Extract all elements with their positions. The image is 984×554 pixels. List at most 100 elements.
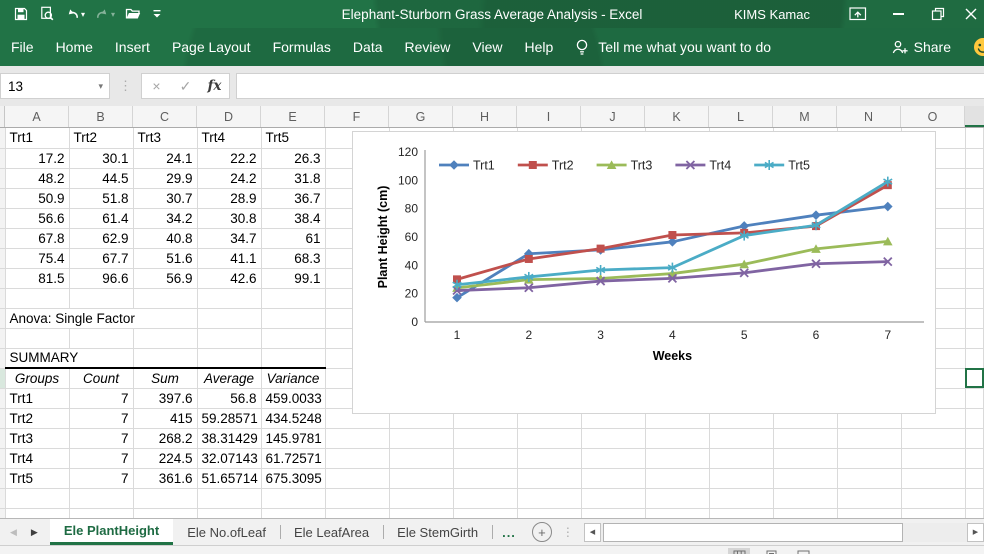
cell[interactable]: 7 — [69, 388, 134, 409]
cell[interactable]: 22.2 — [197, 148, 262, 169]
column-header-E[interactable]: E — [261, 106, 325, 127]
cell[interactable] — [645, 448, 710, 469]
sheet-tabs-overflow[interactable]: ... — [492, 519, 526, 545]
cell[interactable]: Anova: Single Factor — [5, 308, 198, 329]
column-header-A[interactable]: A — [5, 106, 69, 127]
cell[interactable]: 41.1 — [197, 248, 262, 269]
cell[interactable]: 361.6 — [133, 468, 198, 489]
cell[interactable]: Trt3 — [5, 428, 70, 449]
column-header-I[interactable]: I — [517, 106, 581, 127]
cell[interactable]: 75.4 — [5, 248, 70, 269]
cell[interactable] — [645, 508, 710, 518]
redo-dropdown-icon[interactable]: ▾ — [111, 10, 115, 19]
column-header-F[interactable]: F — [325, 106, 389, 127]
cell[interactable] — [197, 488, 262, 509]
ribbon-tab-view[interactable]: View — [461, 28, 513, 66]
cell[interactable] — [837, 488, 902, 509]
cell[interactable] — [901, 508, 966, 518]
cell[interactable] — [965, 448, 984, 469]
cell[interactable] — [965, 468, 984, 489]
cell[interactable]: 50.9 — [5, 188, 70, 209]
cell[interactable]: 96.6 — [69, 268, 134, 289]
ribbon-tab-help[interactable]: Help — [514, 28, 565, 66]
cell[interactable] — [709, 468, 774, 489]
insert-function-button[interactable]: fx — [200, 78, 229, 94]
cell[interactable] — [133, 508, 198, 518]
cell[interactable] — [901, 468, 966, 489]
cell[interactable]: 7 — [69, 448, 134, 469]
cell[interactable] — [965, 188, 984, 209]
cell[interactable]: 268.2 — [133, 428, 198, 449]
cell[interactable] — [965, 308, 984, 329]
cell[interactable] — [5, 328, 70, 349]
cell[interactable]: 59.28571 — [197, 408, 262, 429]
cell[interactable]: 61.72571 — [261, 448, 326, 469]
cell[interactable] — [69, 508, 134, 518]
cell[interactable]: Trt1 — [5, 128, 70, 149]
cell[interactable] — [645, 428, 710, 449]
cell[interactable] — [5, 288, 70, 309]
cell[interactable] — [5, 508, 70, 518]
cell[interactable]: 28.9 — [197, 188, 262, 209]
cell[interactable]: Trt4 — [5, 448, 70, 469]
close-button[interactable] — [958, 0, 984, 28]
hscroll-thumb[interactable] — [602, 522, 903, 542]
cell[interactable]: 56.8 — [197, 388, 262, 409]
cell[interactable] — [133, 348, 198, 369]
hscroll-track[interactable] — [600, 522, 967, 542]
column-header-K[interactable]: K — [645, 106, 709, 127]
cell[interactable] — [581, 488, 646, 509]
cell[interactable] — [837, 508, 902, 518]
redo-button[interactable]: ▾ — [92, 2, 118, 26]
cell[interactable] — [261, 308, 326, 329]
chart-object[interactable]: 0 20 40 60 80 100 120 1 2 3 4 5 6 7 Weeks Plant Height … — [352, 131, 936, 414]
cell[interactable] — [965, 148, 984, 169]
cell[interactable] — [709, 488, 774, 509]
cell[interactable]: 32.07143 — [197, 448, 262, 469]
cell[interactable] — [453, 488, 518, 509]
cell[interactable]: Average — [197, 367, 262, 389]
cell[interactable] — [197, 508, 262, 518]
sheet-tab-ele-leafarea[interactable]: Ele LeafArea — [279, 519, 383, 545]
column-header-G[interactable]: G — [389, 106, 453, 127]
cell[interactable]: 81.5 — [5, 268, 70, 289]
cell[interactable]: Variance — [261, 367, 326, 389]
cell[interactable]: Count — [69, 367, 134, 389]
share-button[interactable]: Share — [891, 39, 951, 56]
cell[interactable] — [197, 308, 262, 329]
cell[interactable]: 31.8 — [261, 168, 326, 189]
cell[interactable] — [389, 508, 454, 518]
view-normal-button[interactable] — [728, 548, 750, 554]
cell[interactable] — [197, 288, 262, 309]
cell[interactable]: Groups — [5, 367, 70, 389]
cell[interactable] — [709, 508, 774, 518]
cell[interactable] — [965, 428, 984, 449]
cell[interactable]: 48.2 — [5, 168, 70, 189]
ribbon-tab-data[interactable]: Data — [342, 28, 394, 66]
cancel-button[interactable]: × — [142, 78, 171, 94]
cell[interactable] — [645, 468, 710, 489]
column-header-M[interactable]: M — [773, 106, 837, 127]
cell[interactable]: 30.8 — [197, 208, 262, 229]
cell[interactable] — [965, 328, 984, 349]
cell[interactable] — [709, 428, 774, 449]
cell[interactable]: 44.5 — [69, 168, 134, 189]
cell[interactable] — [133, 488, 198, 509]
cell[interactable] — [197, 328, 262, 349]
cell[interactable] — [773, 428, 838, 449]
cell[interactable] — [325, 468, 390, 489]
hscroll-right-icon[interactable]: ▶ — [967, 522, 984, 542]
view-page-break-button[interactable] — [792, 548, 814, 554]
cell[interactable] — [453, 448, 518, 469]
ribbon-tab-home[interactable]: Home — [45, 28, 104, 66]
cell[interactable]: Trt5 — [261, 128, 326, 149]
cell[interactable]: 7 — [69, 428, 134, 449]
cell[interactable]: 415 — [133, 408, 198, 429]
cell[interactable] — [5, 488, 70, 509]
cell[interactable] — [965, 488, 984, 509]
cell[interactable] — [517, 428, 582, 449]
cell[interactable] — [837, 468, 902, 489]
cell[interactable]: 30.1 — [69, 148, 134, 169]
cell[interactable]: 67.8 — [5, 228, 70, 249]
formula-input[interactable] — [236, 73, 984, 99]
